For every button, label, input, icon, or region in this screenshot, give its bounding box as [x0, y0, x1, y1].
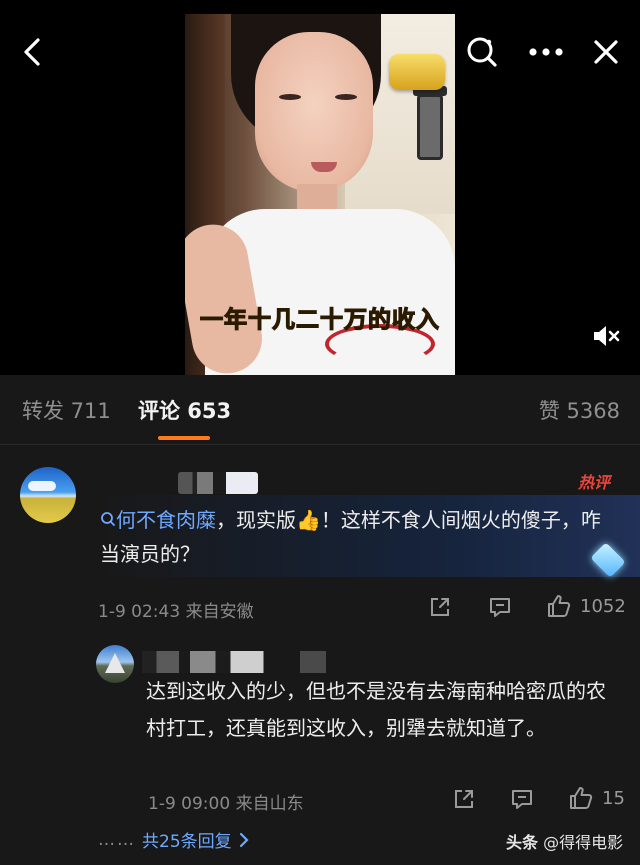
tab-bar: 转发 711 评论 653 赞 5368 [0, 375, 640, 445]
more-button[interactable] [524, 30, 568, 74]
mute-button[interactable] [588, 318, 624, 354]
more-replies-label: 共25条回复 [142, 832, 232, 852]
avatar[interactable] [20, 467, 76, 523]
avatar-pyramid [105, 653, 125, 673]
video-scene-eye [279, 94, 301, 100]
share-icon [455, 790, 473, 808]
active-tab-indicator [158, 436, 210, 440]
username-redacted[interactable] [142, 651, 326, 673]
avatar[interactable] [96, 645, 134, 683]
video-subtitle: 一年十几二十万的收入 [199, 306, 440, 333]
back-button[interactable] [10, 30, 54, 74]
video-sticker-badge [389, 54, 445, 90]
like-count: 15 [602, 787, 625, 809]
more-dots-icon [529, 48, 563, 56]
username-redacted[interactable] [178, 472, 258, 494]
reply-text[interactable]: 达到这收入的少，但也不是没有去海南种哈密瓜的农村打工，还真能到这收入，别犟去就知… [146, 673, 624, 747]
hot-comment-badge: 热评 [578, 473, 611, 492]
comment-search-link[interactable]: 何不食肉糜 [116, 508, 216, 532]
chevron-right-icon [239, 832, 249, 847]
video-scene-eye [335, 94, 357, 100]
source-watermark: 头条 @得得电影 [506, 829, 623, 853]
avatar-cloud [28, 481, 56, 491]
comment-icon [490, 598, 510, 617]
reply-meta: 1-9 09:00 来自山东 [148, 794, 304, 814]
reply-button[interactable] [510, 787, 534, 811]
watermark-handle: @得得电影 [543, 833, 624, 852]
tab-comments[interactable]: 评论 653 [138, 395, 231, 425]
close-icon [594, 40, 618, 64]
comment-icon [512, 790, 532, 809]
more-replies-dots: …… [98, 829, 136, 850]
share-icon [431, 598, 449, 616]
video-player[interactable]: 一年十几二十万的收入 [185, 14, 455, 375]
share-button[interactable] [428, 595, 452, 619]
view-more-replies-link[interactable]: …… 共25条回复 [98, 827, 250, 852]
comment-text[interactable]: 何不食肉糜，现实版👍！这样不食人间烟火的傻子，咋当演员的？ [100, 503, 620, 571]
like-button[interactable]: 1052 [546, 593, 626, 619]
share-button[interactable] [452, 787, 476, 811]
thumbs-up-icon [548, 595, 571, 617]
video-area[interactable]: 一年十几二十万的收入 [0, 0, 640, 375]
like-button[interactable]: 15 [568, 785, 625, 811]
video-scene-lamp [417, 94, 443, 160]
watermark-brand: 头条 [506, 833, 539, 852]
back-arrow-icon [24, 38, 40, 66]
search-icon [467, 37, 497, 67]
close-button[interactable] [584, 30, 628, 74]
comment-list: 热评 何不食肉糜，现实版👍！这样不食人间烟火的傻子，咋当演员的？ 1-9 02:… [0, 445, 640, 865]
search-icon [100, 508, 116, 532]
volume-muted-icon [594, 326, 620, 346]
search-button[interactable] [460, 30, 504, 74]
thumbs-up-icon [570, 787, 593, 809]
tab-repost[interactable]: 转发 711 [22, 395, 111, 425]
like-count: 1052 [580, 595, 626, 617]
reply-button[interactable] [488, 595, 512, 619]
tab-likes[interactable]: 赞 5368 [539, 395, 620, 425]
comment-meta: 1-9 02:43 来自安徽 [98, 602, 254, 622]
